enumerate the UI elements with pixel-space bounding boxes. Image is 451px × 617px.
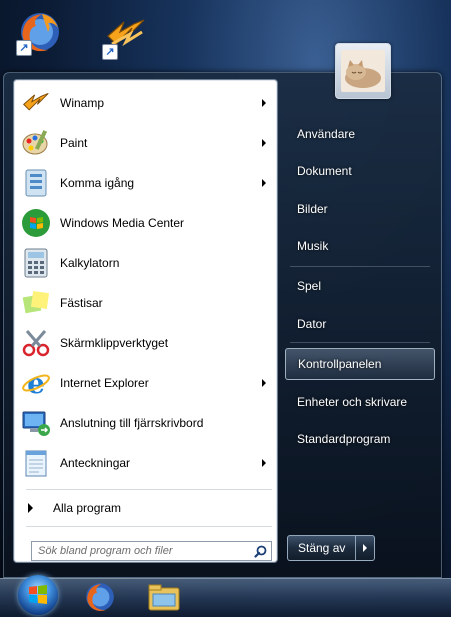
shutdown-label: Stäng av <box>298 541 346 555</box>
submenu-arrow-icon[interactable] <box>262 459 266 467</box>
program-label: Windows Media Center <box>60 216 185 230</box>
shutdown-button[interactable]: Stäng av <box>288 536 355 560</box>
menu-item-pictures[interactable]: Bilder <box>285 196 435 222</box>
program-label: Internet Explorer <box>60 376 149 390</box>
program-label: Anslutning till fjärrskrivbord <box>60 416 204 430</box>
menu-item-label: Dator <box>297 317 327 331</box>
all-programs-button[interactable]: Alla program <box>28 497 121 519</box>
menu-item-label: Dokument <box>297 164 352 178</box>
shortcut-arrow-icon: ↗ <box>102 44 118 60</box>
firefox-icon <box>86 583 114 611</box>
start-button[interactable] <box>18 575 58 615</box>
menu-item-user[interactable]: Användare <box>285 121 435 147</box>
taskbar <box>0 578 451 617</box>
program-label: Skärmklippverktyget <box>60 336 169 350</box>
search-box[interactable] <box>31 541 272 561</box>
program-label: Kalkylatorn <box>60 256 120 270</box>
shutdown-button-group: Stäng av <box>287 535 376 561</box>
divider <box>26 489 272 490</box>
submenu-arrow-icon[interactable] <box>262 139 266 147</box>
menu-item-label: Bilder <box>297 202 328 216</box>
menu-item-label: Enheter och skrivare <box>297 395 408 409</box>
program-getting-started[interactable]: Komma igång <box>20 164 272 202</box>
windows-logo-icon <box>29 585 47 604</box>
sticky-notes-icon <box>20 287 52 319</box>
taskbar-explorer[interactable] <box>146 580 182 614</box>
folder-icon <box>148 584 180 611</box>
program-sticky-notes[interactable]: Fästisar <box>20 284 272 322</box>
expand-arrow-icon <box>28 503 33 513</box>
submenu-arrow-icon[interactable] <box>262 179 266 187</box>
user-picture[interactable] <box>335 43 391 99</box>
menu-item-default-programs[interactable]: Standardprogram <box>285 426 435 452</box>
winamp-icon <box>20 87 52 119</box>
program-media-center[interactable]: Windows Media Center <box>20 204 272 242</box>
menu-item-label: Standardprogram <box>297 432 391 446</box>
menu-item-music[interactable]: Musik <box>285 233 435 259</box>
program-calculator[interactable]: Kalkylatorn <box>20 244 272 282</box>
program-remote-desktop[interactable]: Anslutning till fjärrskrivbord <box>20 404 272 442</box>
program-label: Fästisar <box>60 296 103 310</box>
program-label: Komma igång <box>60 176 135 190</box>
svg-text:e: e <box>27 368 45 398</box>
divider <box>290 266 430 267</box>
shortcut-arrow-icon: ↗ <box>16 40 32 56</box>
search-icon[interactable] <box>249 542 271 560</box>
taskbar-firefox[interactable] <box>82 580 118 614</box>
program-label: Paint <box>60 136 88 150</box>
submenu-arrow-icon[interactable] <box>262 379 266 387</box>
program-label: Winamp <box>60 96 105 110</box>
menu-item-computer[interactable]: Dator <box>285 311 435 337</box>
program-paint[interactable]: Paint <box>20 124 272 162</box>
program-label: Anteckningar <box>60 456 131 470</box>
menu-item-games[interactable]: Spel <box>285 273 435 299</box>
program-snipping-tool[interactable]: Skärmklippverktyget <box>20 324 272 362</box>
menu-item-label: Musik <box>297 239 329 253</box>
desktop-winamp-shortcut[interactable]: ↗ <box>102 14 148 60</box>
menu-item-label: Användare <box>297 127 356 141</box>
program-winamp[interactable]: Winamp <box>20 84 272 122</box>
user-avatar-image <box>341 50 385 92</box>
menu-item-label: Spel <box>297 279 322 293</box>
menu-item-documents[interactable]: Dokument <box>285 158 435 184</box>
remote-desktop-icon <box>20 407 52 439</box>
calculator-icon <box>20 247 52 279</box>
media-center-icon <box>20 207 52 239</box>
shutdown-options-button[interactable] <box>355 536 374 560</box>
paint-icon <box>20 127 52 159</box>
snipping-tool-icon <box>20 327 52 359</box>
chevron-right-icon <box>363 544 368 552</box>
program-notepad[interactable]: Anteckningar <box>20 444 272 482</box>
desktop-firefox-shortcut[interactable]: ↗ <box>16 10 62 56</box>
submenu-arrow-icon[interactable] <box>262 99 266 107</box>
notepad-icon <box>20 447 52 479</box>
internet-explorer-icon: e <box>20 367 52 399</box>
program-internet-explorer[interactable]: e Internet Explorer <box>20 364 272 402</box>
divider <box>26 526 272 527</box>
all-programs-label: Alla program <box>53 501 122 515</box>
search-input[interactable] <box>32 541 249 561</box>
programs-pane: Winamp Paint Komma igång Windows Media C… <box>13 79 278 563</box>
divider <box>290 342 430 343</box>
menu-item-devices-printers[interactable]: Enheter och skrivare <box>285 389 435 415</box>
menu-item-label: Kontrollpanelen <box>298 357 382 371</box>
menu-item-control-panel[interactable]: Kontrollpanelen <box>285 348 435 380</box>
getting-started-icon <box>20 167 52 199</box>
